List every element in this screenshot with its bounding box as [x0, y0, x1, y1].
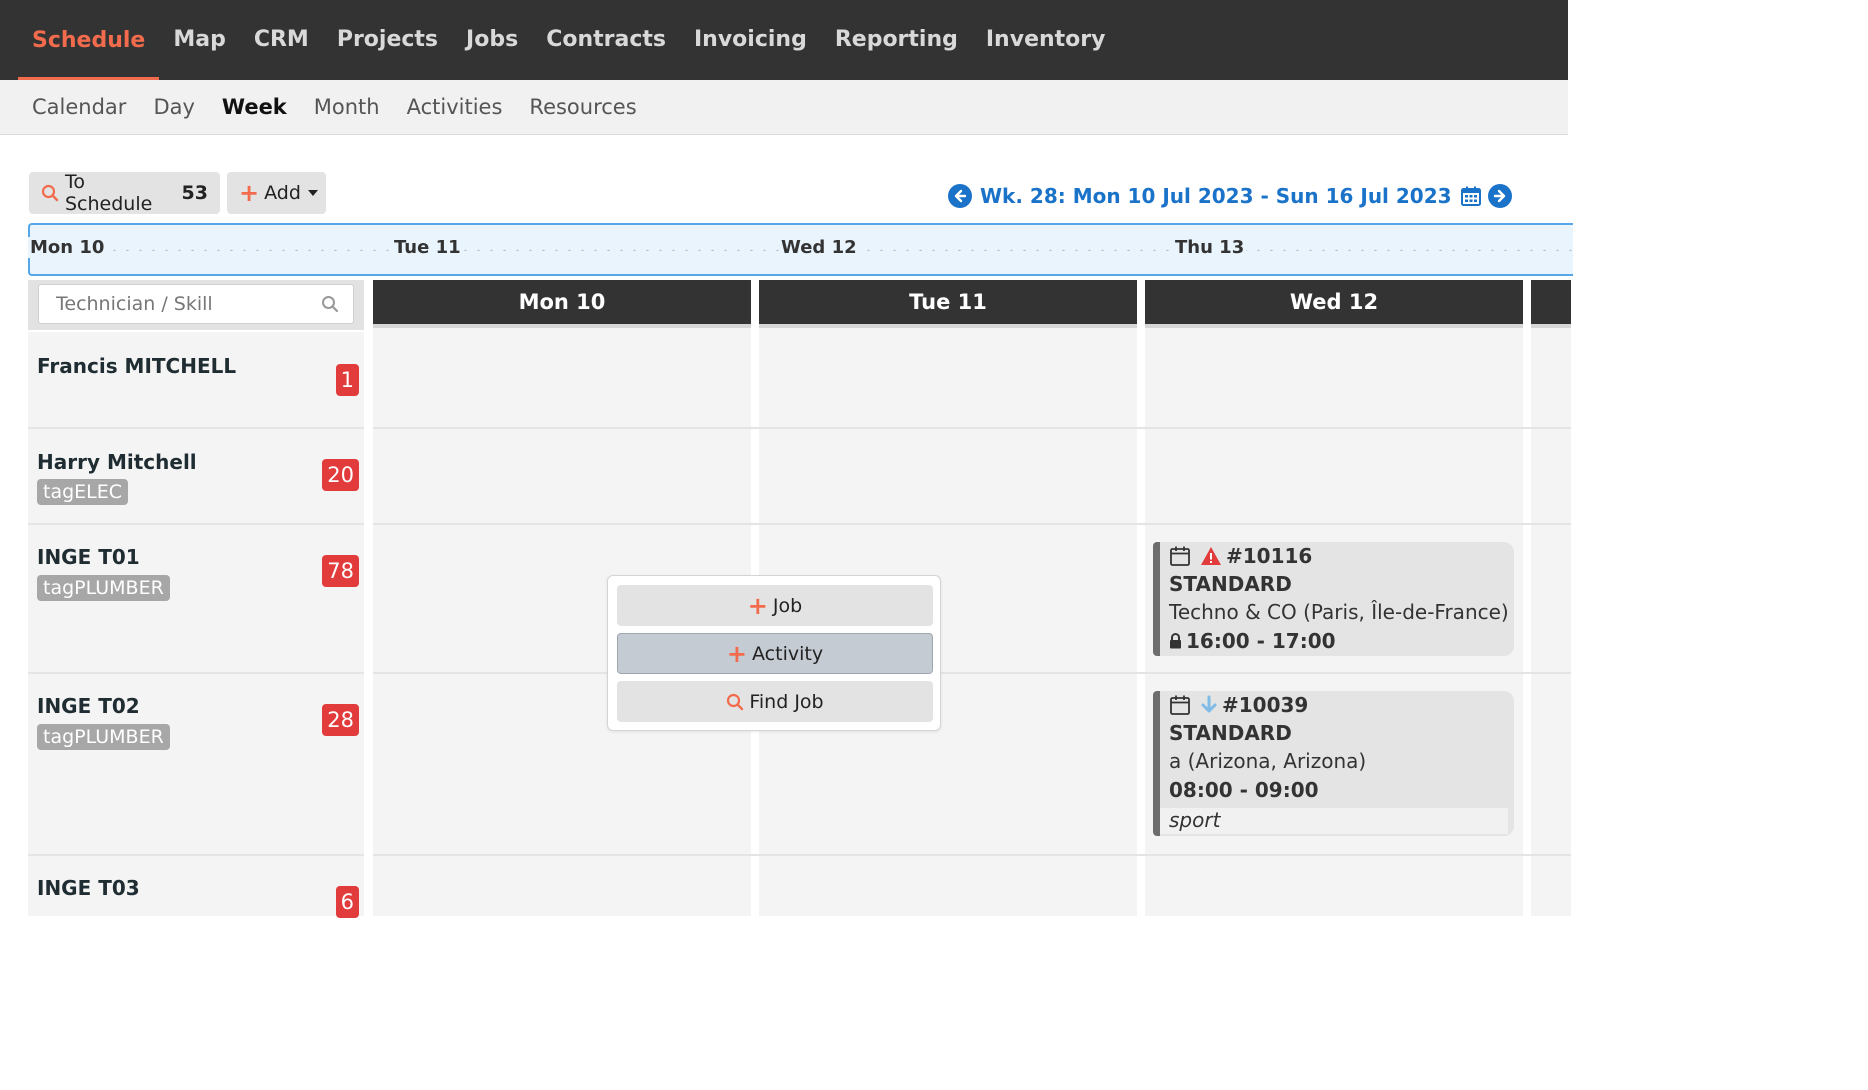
nav-contracts[interactable]: Contracts — [532, 0, 680, 80]
calendar-icon — [1169, 545, 1191, 567]
job-type: STANDARD — [1169, 572, 1292, 596]
day-column-thu[interactable] — [1531, 280, 1571, 916]
resource-count-badge: 1 — [335, 364, 359, 396]
row-divider — [373, 523, 1571, 525]
to-schedule-label: To Schedule — [65, 171, 153, 215]
search-placeholder: Technician / Skill — [56, 293, 213, 315]
resource-count-badge: 20 — [322, 459, 359, 491]
resource-row[interactable]: INGE T02 tagPLUMBER 28 — [28, 674, 364, 856]
add-activity-button[interactable]: + Activity — [617, 633, 933, 674]
job-card-header: #10116 — [1169, 544, 1312, 568]
calendar-icon — [1169, 694, 1191, 716]
resource-name: Harry Mitchell — [37, 450, 197, 474]
job-number: #10116 — [1226, 544, 1313, 568]
subnav-week[interactable]: Week — [222, 95, 287, 119]
plus-icon: + — [726, 639, 748, 668]
resource-row[interactable]: Harry Mitchell tagELEC 20 — [28, 429, 364, 525]
to-schedule-count: 53 — [181, 182, 208, 204]
nav-invoicing[interactable]: Invoicing — [680, 0, 821, 80]
timeline-label-tue: Tue 11 — [392, 237, 463, 258]
timeline-label-thu: Thu 13 — [1173, 237, 1247, 258]
lock-icon — [1169, 633, 1182, 649]
add-activity-label: Activity — [752, 642, 824, 665]
add-label: Add — [264, 182, 301, 204]
resource-skill-tag: tagPLUMBER — [37, 575, 170, 601]
technician-search-input[interactable]: Technician / Skill — [38, 284, 354, 324]
subnav-activities[interactable]: Activities — [407, 95, 503, 119]
resource-count-badge: 28 — [322, 704, 359, 736]
caret-down-icon — [307, 190, 318, 196]
job-card-header: #10039 — [1169, 693, 1308, 717]
subnav-month[interactable]: Month — [314, 95, 380, 119]
job-customer: Techno & CO (Paris, Île-de-France) — [1169, 600, 1509, 624]
next-week-icon[interactable] — [1487, 184, 1512, 208]
week-range-label[interactable]: Wk. 28: Mon 10 Jul 2023 - Sun 16 Jul 202… — [980, 184, 1452, 208]
subnav-calendar[interactable]: Calendar — [32, 95, 126, 119]
low-priority-arrow-icon — [1200, 695, 1218, 715]
week-navigator: Wk. 28: Mon 10 Jul 2023 - Sun 16 Jul 202… — [948, 180, 1512, 212]
job-customer: a (Arizona, Arizona) — [1169, 749, 1367, 773]
resource-skill-tag: tagELEC — [37, 479, 129, 505]
cell-context-popup: + Job + Activity Find Job — [607, 575, 941, 731]
day-header-mon: Mon 10 — [373, 280, 751, 328]
resource-name: INGE T03 — [37, 876, 140, 900]
row-divider — [373, 427, 1571, 429]
nav-jobs[interactable]: Jobs — [452, 0, 532, 80]
row-divider — [373, 854, 1571, 856]
resource-count-badge: 78 — [322, 555, 359, 587]
resource-row[interactable]: INGE T01 tagPLUMBER 78 — [28, 525, 364, 674]
resource-row[interactable]: Francis MITCHELL 1 — [28, 332, 364, 429]
sub-nav: Calendar Day Week Month Activities Resou… — [0, 80, 1568, 135]
resource-skill-tag: tagPLUMBER — [37, 724, 170, 750]
find-job-button[interactable]: Find Job — [617, 681, 933, 722]
subnav-day[interactable]: Day — [153, 95, 194, 119]
job-time: 08:00 - 09:00 — [1169, 778, 1319, 802]
day-header-thu — [1531, 280, 1571, 328]
plus-icon: + — [239, 179, 260, 207]
nav-projects[interactable]: Projects — [323, 0, 452, 80]
job-time: 16:00 - 17:00 — [1186, 629, 1336, 653]
day-header-wed: Wed 12 — [1145, 280, 1523, 328]
resource-name: INGE T01 — [37, 545, 140, 569]
resource-search-header: Technician / Skill — [28, 280, 364, 330]
job-time-row: 16:00 - 17:00 — [1169, 629, 1336, 653]
nav-schedule[interactable]: Schedule — [18, 0, 160, 80]
resource-name: Francis MITCHELL — [37, 354, 237, 378]
prev-week-icon[interactable] — [948, 184, 972, 208]
search-icon — [726, 693, 744, 711]
resource-name: INGE T02 — [37, 694, 140, 718]
job-note: sport — [1160, 808, 1508, 834]
timeline-label-mon: Mon 10 — [28, 237, 107, 258]
day-header-tue: Tue 11 — [759, 280, 1137, 328]
add-job-button[interactable]: + Job — [617, 585, 933, 626]
job-type: STANDARD — [1169, 721, 1292, 745]
nav-inventory[interactable]: Inventory — [972, 0, 1120, 80]
plus-icon: + — [747, 591, 768, 620]
job-card[interactable]: #10116 STANDARD Techno & CO (Paris, Île-… — [1153, 542, 1514, 656]
find-job-label: Find Job — [749, 690, 824, 713]
add-dropdown-button[interactable]: + Add — [227, 172, 326, 214]
nav-map[interactable]: Map — [159, 0, 240, 80]
search-icon — [321, 295, 339, 318]
nav-reporting[interactable]: Reporting — [821, 0, 972, 80]
to-schedule-button[interactable]: To Schedule 53 — [29, 171, 220, 215]
warning-icon — [1200, 546, 1222, 566]
search-icon — [41, 184, 59, 202]
resource-count-badge: 6 — [335, 886, 359, 918]
add-job-label: Job — [772, 594, 803, 617]
nav-crm[interactable]: CRM — [240, 0, 323, 80]
job-number: #10039 — [1222, 693, 1309, 717]
row-divider — [373, 672, 1571, 674]
top-nav: Schedule Map CRM Projects Jobs Contracts… — [0, 0, 1568, 80]
subnav-resources[interactable]: Resources — [529, 95, 636, 119]
resource-row[interactable]: INGE T03 6 — [28, 856, 364, 918]
timeline-label-wed: Wed 12 — [779, 237, 859, 258]
timeline-strip[interactable]: Mon 10 Tue 11 Wed 12 Thu 13 — [28, 223, 1573, 276]
job-card[interactable]: #10039 STANDARD a (Arizona, Arizona) 08:… — [1153, 691, 1514, 836]
calendar-picker-icon[interactable] — [1460, 185, 1482, 207]
